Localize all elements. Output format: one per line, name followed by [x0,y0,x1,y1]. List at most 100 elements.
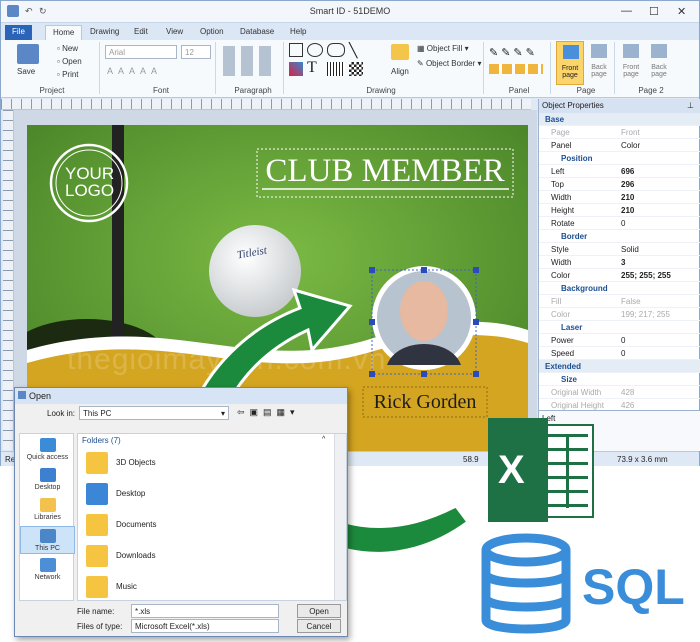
property-row[interactable]: Power 0 [539,334,700,347]
folder-item[interactable]: Downloads [82,543,322,571]
object-border-button[interactable]: ✎ Object Border ▾ [417,59,482,68]
folder-icon [86,514,108,536]
tab-drawing[interactable]: Drawing [83,25,126,40]
rectangle-tool-icon[interactable] [289,43,303,57]
dialog-toolbar[interactable]: ⇦▣▤▦▾ [237,407,300,418]
property-row[interactable]: Style Solid [539,243,700,256]
nav-this-pc[interactable]: This PC [20,526,75,554]
card-title[interactable]: CLUB MEMBER [259,153,511,190]
folder-item[interactable]: 3D Objects [82,450,322,478]
property-key: Fill [551,297,562,306]
page2-front-button[interactable]: Front page [619,41,643,85]
property-row[interactable]: Fill False [539,295,700,308]
folder-item[interactable]: Music [82,574,322,602]
scrollbar[interactable] [334,434,346,600]
tab-file[interactable]: File [5,25,32,40]
nav-libraries[interactable]: Libraries [20,498,75,521]
ellipse-tool-icon[interactable] [307,43,323,57]
property-row[interactable]: Panel Color [539,139,700,152]
property-row[interactable]: Background [539,282,700,295]
nav-quick-access[interactable]: Quick access [20,438,75,461]
property-key: Laser [561,323,583,332]
object-fill-button[interactable]: ▦ Object Fill ▾ [417,44,469,53]
property-key: Base [545,115,565,124]
property-row[interactable]: Height 210 [539,204,700,217]
property-key: Size [561,375,578,384]
property-key: Position [561,154,593,163]
folder-icon [86,452,108,474]
look-in-select[interactable]: This PC ▾ [79,406,229,420]
font-style-buttons[interactable]: AAAAA [107,66,162,76]
nav-network[interactable]: Network [20,558,75,581]
pin-icon[interactable]: ⊥ [687,101,694,110]
nav-desktop[interactable]: Desktop [20,468,75,491]
cancel-button[interactable]: Cancel [297,619,341,633]
property-key: Original Height [551,401,604,410]
horizontal-ruler [1,99,531,110]
print-button[interactable]: ▫ Print [57,70,79,79]
property-value: 696 [621,167,635,176]
tab-edit[interactable]: Edit [127,25,155,40]
image-tool-icon[interactable] [289,62,303,76]
group-paragraph-label: Paragraph [234,86,272,95]
collapse-icon[interactable]: ^ [322,436,325,443]
save-icon[interactable] [17,44,39,64]
open-button[interactable]: ▫ Open [57,57,82,66]
tab-home[interactable]: Home [45,25,83,40]
line-tool-icon[interactable]: ╲ [349,42,357,59]
group-panel-label: Panel [508,86,530,95]
page2-front-icon [623,44,639,58]
close-icon[interactable]: ✕ [677,5,686,18]
desktop-icon [39,468,56,482]
font-family-select[interactable]: Arial [105,45,177,59]
barcode-tool-icon[interactable] [327,62,345,76]
tab-help[interactable]: Help [283,25,313,40]
open-button[interactable]: Open [297,604,341,618]
folder-item[interactable]: Documents [82,512,322,540]
property-row[interactable]: Left 696 [539,165,700,178]
qrcode-tool-icon[interactable] [349,62,363,76]
front-page-icon [563,45,579,59]
property-row[interactable]: Speed 0 [539,347,700,360]
property-row[interactable]: Position [539,152,700,165]
tab-view[interactable]: View [159,25,190,40]
font-size-select[interactable]: 12 [181,45,211,59]
back-page-button[interactable]: Back page [587,41,611,85]
rounded-rect-tool-icon[interactable] [327,43,345,57]
new-button[interactable]: ▫ New [57,44,78,53]
panel-pen-tools[interactable]: ✎✎✎✎ [489,46,538,59]
property-key: Border [561,232,588,241]
property-row[interactable]: Size [539,373,700,386]
paragraph-align-buttons[interactable] [223,46,277,76]
tab-database[interactable]: Database [233,25,281,40]
align-button[interactable]: Align [391,67,409,76]
property-row[interactable]: Original Width 428 [539,386,700,399]
tab-option[interactable]: Option [193,25,231,40]
front-page-button[interactable]: Front page [556,41,584,85]
file-type-select[interactable]: Microsoft Excel(*.xls) [131,619,279,633]
text-tool-icon[interactable]: T [307,59,317,77]
property-value: 0 [621,336,626,345]
folder-item[interactable]: Desktop [82,481,322,509]
property-key: Page [551,128,570,137]
minimize-icon[interactable]: — [621,5,632,17]
property-row[interactable]: Laser [539,321,700,334]
property-row[interactable]: Border [539,230,700,243]
page2-back-button[interactable]: Back page [647,41,671,85]
file-list: Folders (7) ^ 3D Objects Desktop Documen… [77,433,347,601]
property-row[interactable]: Rotate 0 [539,217,700,230]
panel-color-tools[interactable] [489,64,543,74]
property-row[interactable]: Color 199; 217; 255 [539,308,700,321]
save-button[interactable]: Save [17,67,35,76]
print-icon: ▫ [57,70,60,79]
maximize-icon[interactable]: ☐ [649,5,659,18]
property-row[interactable]: Width 210 [539,191,700,204]
property-row[interactable]: Color 255; 255; 255 [539,269,700,282]
property-row[interactable]: Width 3 [539,256,700,269]
logo-placeholder[interactable]: YOUR LOGO [65,165,114,199]
property-row[interactable]: Page Front [539,126,700,139]
file-name-input[interactable]: *.xls [131,604,279,618]
property-row[interactable]: Extended [539,360,700,373]
property-row[interactable]: Base [539,113,700,126]
property-row[interactable]: Top 296 [539,178,700,191]
